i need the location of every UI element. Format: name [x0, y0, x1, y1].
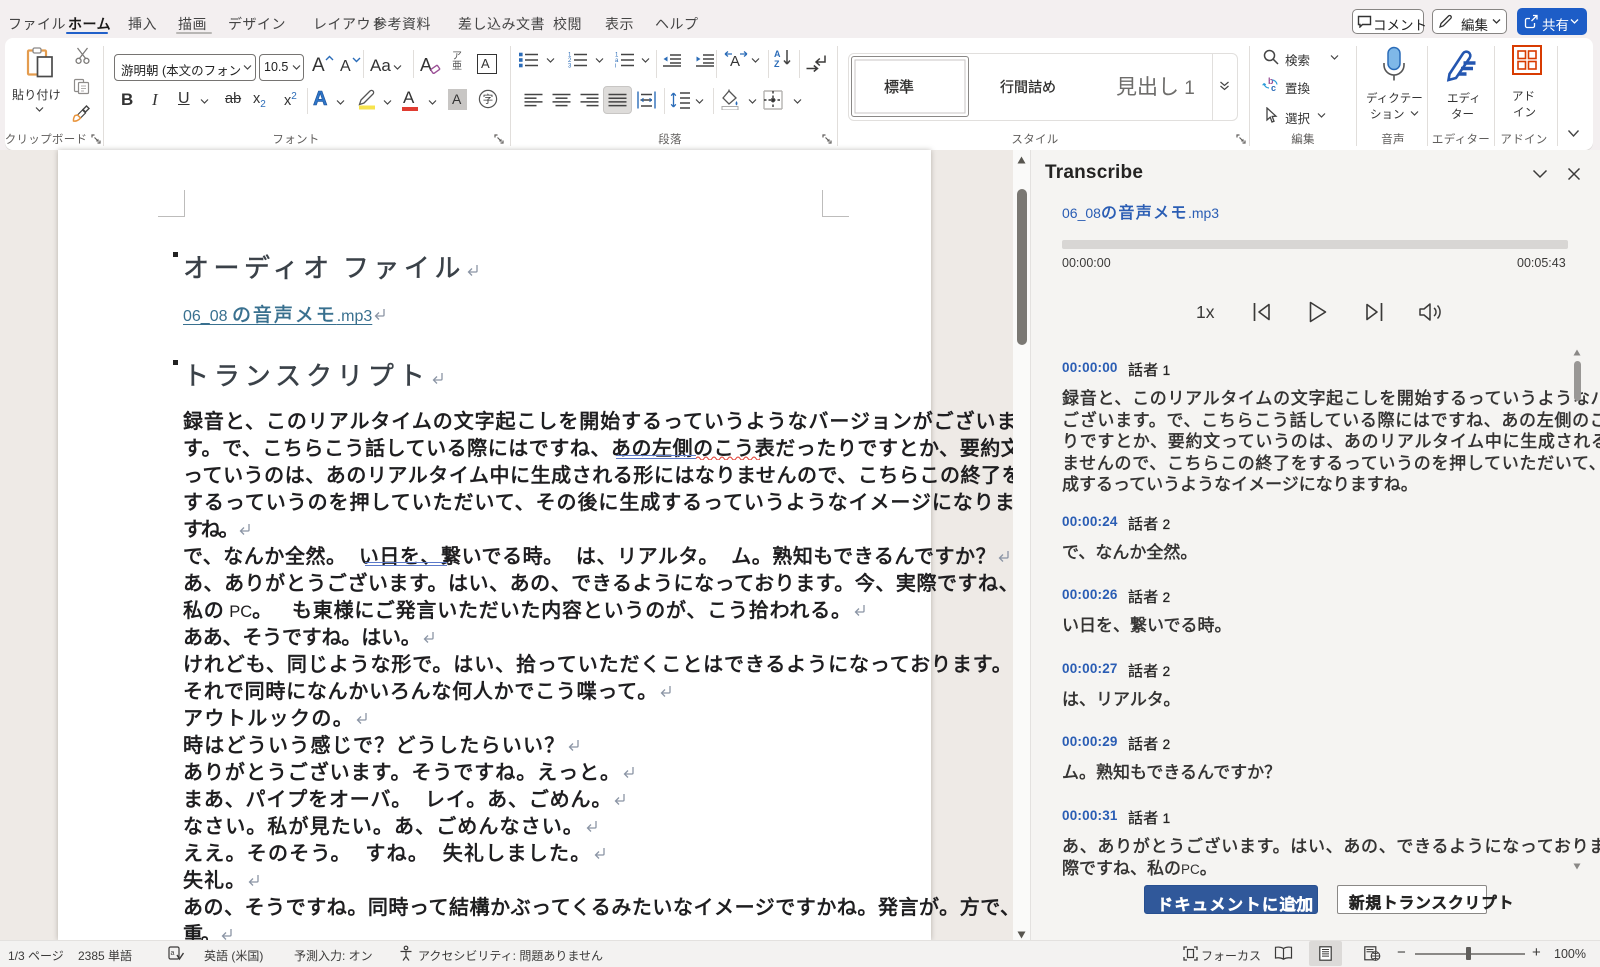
svg-text:A: A	[730, 53, 740, 68]
svg-text:a: a	[171, 950, 175, 957]
svg-text:i: i	[615, 64, 616, 69]
svg-text:Z: Z	[774, 59, 780, 68]
svg-text:3: 3	[568, 64, 572, 69]
svg-text:A: A	[774, 49, 781, 59]
svg-text:c: c	[1271, 83, 1276, 93]
svg-text:字: 字	[483, 93, 494, 106]
